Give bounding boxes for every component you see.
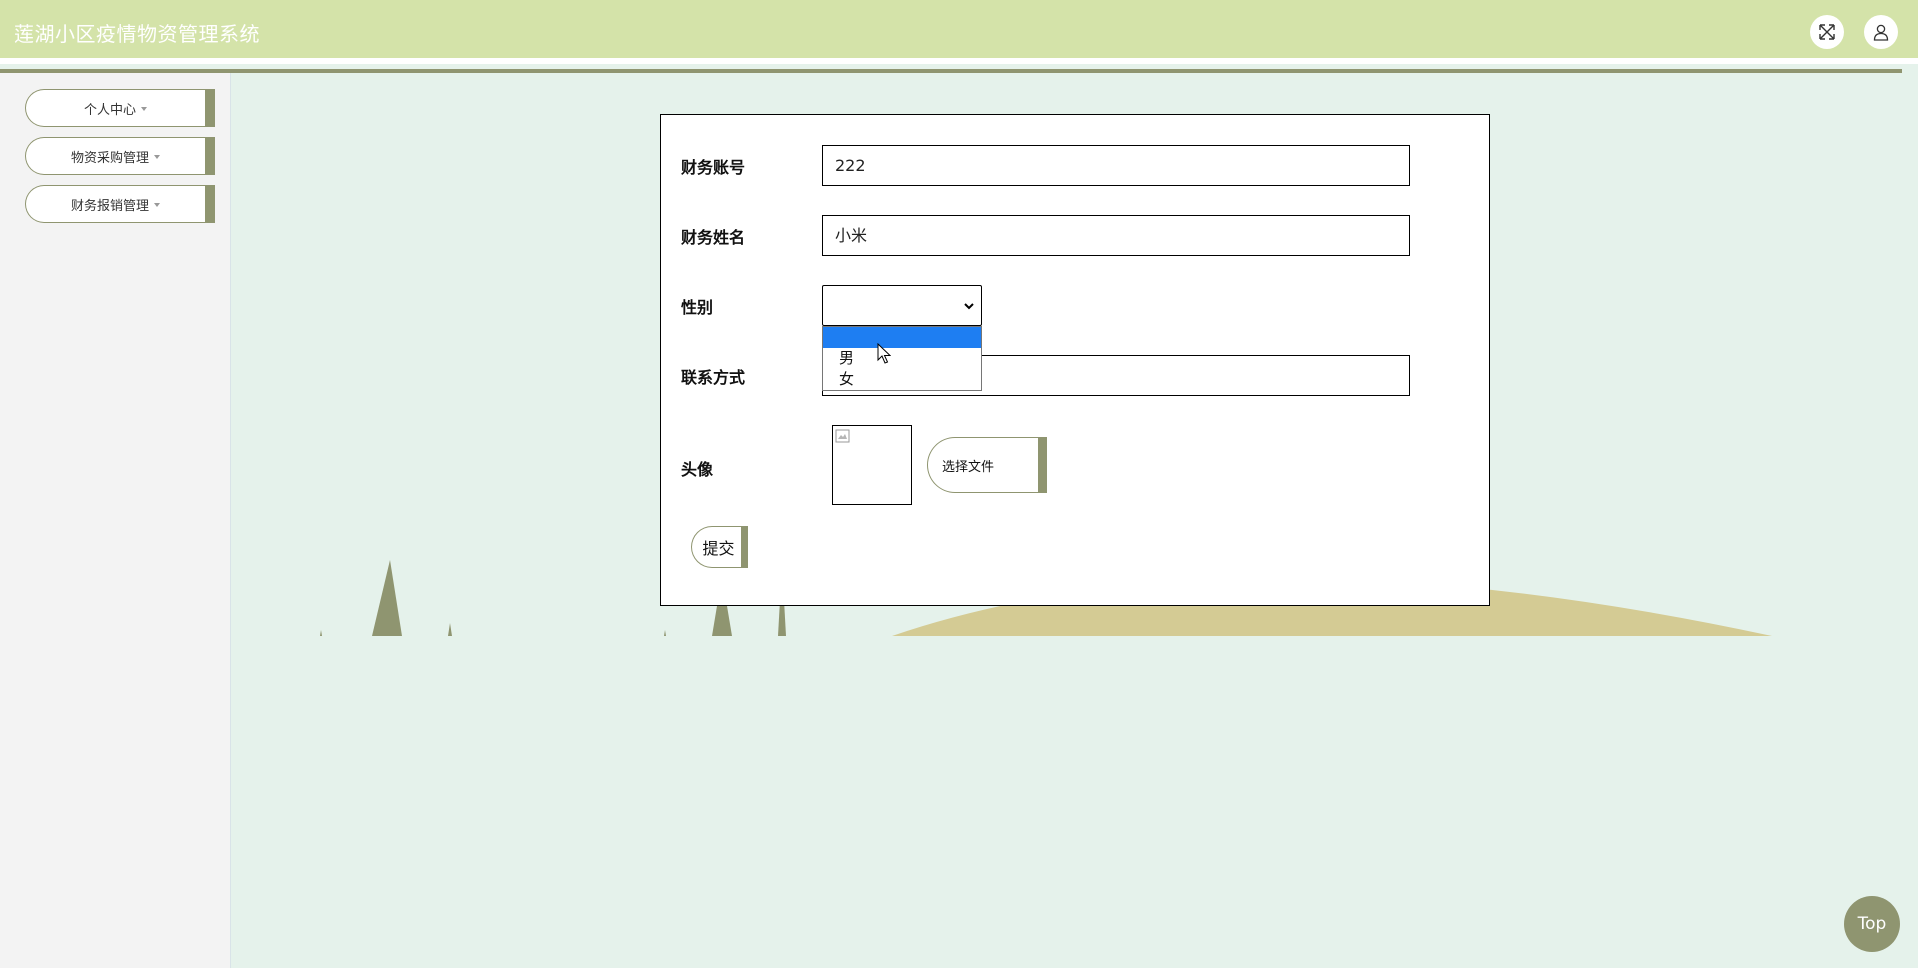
caret-down-icon: [141, 107, 147, 111]
sidebar: 个人中心 物资采购管理 财务报销管理: [0, 73, 231, 968]
name-label: 财务姓名: [681, 228, 746, 247]
fullscreen-icon: [1819, 24, 1835, 40]
top-header: 莲湖小区疫情物资管理系统: [0, 0, 1918, 64]
gender-option-empty[interactable]: [823, 327, 981, 348]
sidebar-item-label: 物资采购管理: [70, 150, 149, 166]
name-input[interactable]: 小米: [822, 215, 1410, 256]
gender-dropdown: 男 女: [822, 326, 982, 391]
sidebar-item-personal-center[interactable]: 个人中心: [25, 89, 215, 127]
tree-shape: [448, 623, 452, 636]
gender-label: 性别: [681, 298, 714, 317]
fullscreen-button[interactable]: [1810, 15, 1844, 49]
tree-shape: [372, 560, 402, 636]
tree-shape: [320, 630, 322, 636]
sidebar-item-purchase-management[interactable]: 物资采购管理: [25, 137, 215, 175]
caret-down-icon: [154, 203, 160, 207]
gender-select[interactable]: [822, 285, 982, 326]
mouse-cursor-icon: [877, 343, 891, 364]
back-to-top-button[interactable]: Top: [1844, 896, 1900, 952]
gender-option-male[interactable]: 男: [823, 348, 981, 369]
tree-shape: [664, 630, 666, 636]
avatar-label: 头像: [681, 460, 714, 479]
sidebar-item-label: 财务报销管理: [70, 198, 149, 214]
user-button[interactable]: [1864, 15, 1898, 49]
avatar-preview: [832, 425, 912, 505]
account-input[interactable]: 222: [822, 145, 1410, 186]
caret-down-icon: [154, 155, 160, 159]
profile-form: 财务账号 222 财务姓名 小米 性别 男 女 联系方式 头像 选择文件 提交: [660, 114, 1490, 606]
app-title: 莲湖小区疫情物资管理系统: [14, 22, 260, 46]
header-divider: [0, 69, 1902, 73]
chevron-down-icon: [964, 303, 974, 310]
gender-option-female[interactable]: 女: [823, 369, 981, 390]
user-icon: [1873, 24, 1889, 41]
choose-file-button[interactable]: 选择文件: [927, 437, 1047, 493]
contact-label: 联系方式: [681, 368, 746, 387]
broken-image-icon: [835, 429, 850, 443]
account-label: 财务账号: [681, 158, 746, 177]
submit-button[interactable]: 提交: [691, 526, 748, 568]
sidebar-item-label: 个人中心: [83, 102, 136, 118]
sidebar-item-reimbursement-management[interactable]: 财务报销管理: [25, 185, 215, 223]
